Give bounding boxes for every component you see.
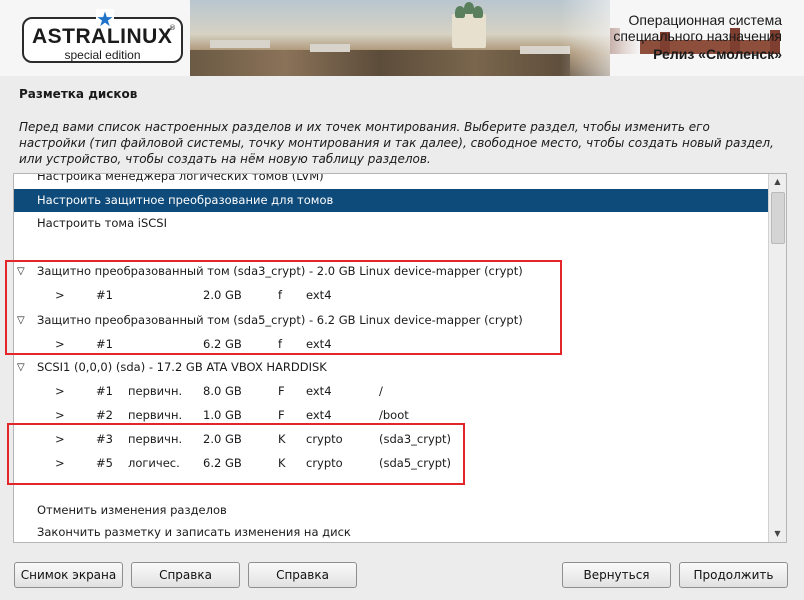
logo-subtitle: special edition bbox=[64, 48, 141, 62]
partition-fs: ext4 bbox=[306, 384, 332, 398]
list-item-iscsi[interactable]: Настроить тома iSCSI bbox=[14, 212, 769, 235]
smolensk-panorama bbox=[190, 0, 780, 76]
logo-text: ASTRALINUX bbox=[32, 25, 173, 48]
partition-number: #1 bbox=[96, 384, 113, 398]
highlight-box-crypt-volumes bbox=[5, 260, 562, 355]
page-description: Перед вами список настроенных разделов и… bbox=[19, 120, 774, 166]
partition-type: первичн. bbox=[128, 384, 183, 398]
release-name: Релиз «Смоленск» bbox=[653, 46, 782, 62]
list-item-label: Закончить разметку и записать изменения … bbox=[37, 525, 351, 539]
list-scrollbar[interactable]: ▲ ▼ bbox=[768, 174, 786, 542]
scrollbar-thumb[interactable] bbox=[771, 192, 785, 244]
list-item-undo[interactable]: Отменить изменения разделов bbox=[14, 499, 769, 522]
help-button[interactable]: Справка bbox=[131, 562, 240, 588]
list-item-crypt-config[interactable]: Настроить защитное преобразование для то… bbox=[14, 189, 769, 212]
os-title-line2: специального назначения bbox=[613, 28, 782, 44]
list-item-label: Настройка менеджера логических томов (LV… bbox=[37, 173, 324, 183]
partition-size: 8.0 GB bbox=[203, 384, 242, 398]
header-banner: ★ ASTRALINUX ® special edition Операцион… bbox=[0, 0, 804, 76]
scroll-up-arrow-icon[interactable]: ▲ bbox=[769, 174, 786, 190]
expand-triangle-icon: ▽ bbox=[17, 362, 25, 373]
help-button-2[interactable]: Справка bbox=[248, 562, 357, 588]
scroll-down-arrow-icon[interactable]: ▼ bbox=[769, 526, 786, 542]
partition-flag: F bbox=[278, 384, 285, 398]
continue-button[interactable]: Продолжить bbox=[679, 562, 788, 588]
disk-sda[interactable]: ▽ SCSI1 (0,0,0) (sda) - 17.2 GB ATA VBOX… bbox=[14, 356, 769, 379]
partition-row[interactable]: > #1 первичн. 8.0 GB F ext4 / bbox=[14, 380, 769, 403]
partition-mount: / bbox=[379, 384, 383, 398]
registered-mark: ® bbox=[169, 24, 176, 32]
page-title: Разметка дисков bbox=[19, 87, 138, 101]
list-item-label: Отменить изменения разделов bbox=[37, 503, 227, 517]
screenshot-button[interactable]: Снимок экрана bbox=[14, 562, 123, 588]
astralinux-logo: ★ ASTRALINUX ® special edition bbox=[22, 9, 183, 63]
os-title-line1: Операционная система bbox=[628, 12, 782, 28]
highlight-box-crypto-partitions bbox=[7, 423, 465, 485]
partition-list[interactable]: Настройка менеджера логических томов (LV… bbox=[13, 173, 787, 543]
list-item-label: Настроить тома iSCSI bbox=[37, 216, 167, 230]
list-item-lvm[interactable]: Настройка менеджера логических томов (LV… bbox=[14, 173, 769, 188]
disk-label: SCSI1 (0,0,0) (sda) - 17.2 GB ATA VBOX H… bbox=[37, 360, 327, 374]
row-arrow: > bbox=[55, 384, 65, 398]
list-item-label: Настроить защитное преобразование для то… bbox=[37, 193, 334, 207]
list-item-finish[interactable]: Закончить разметку и записать изменения … bbox=[14, 521, 769, 542]
back-button[interactable]: Вернуться bbox=[562, 562, 671, 588]
